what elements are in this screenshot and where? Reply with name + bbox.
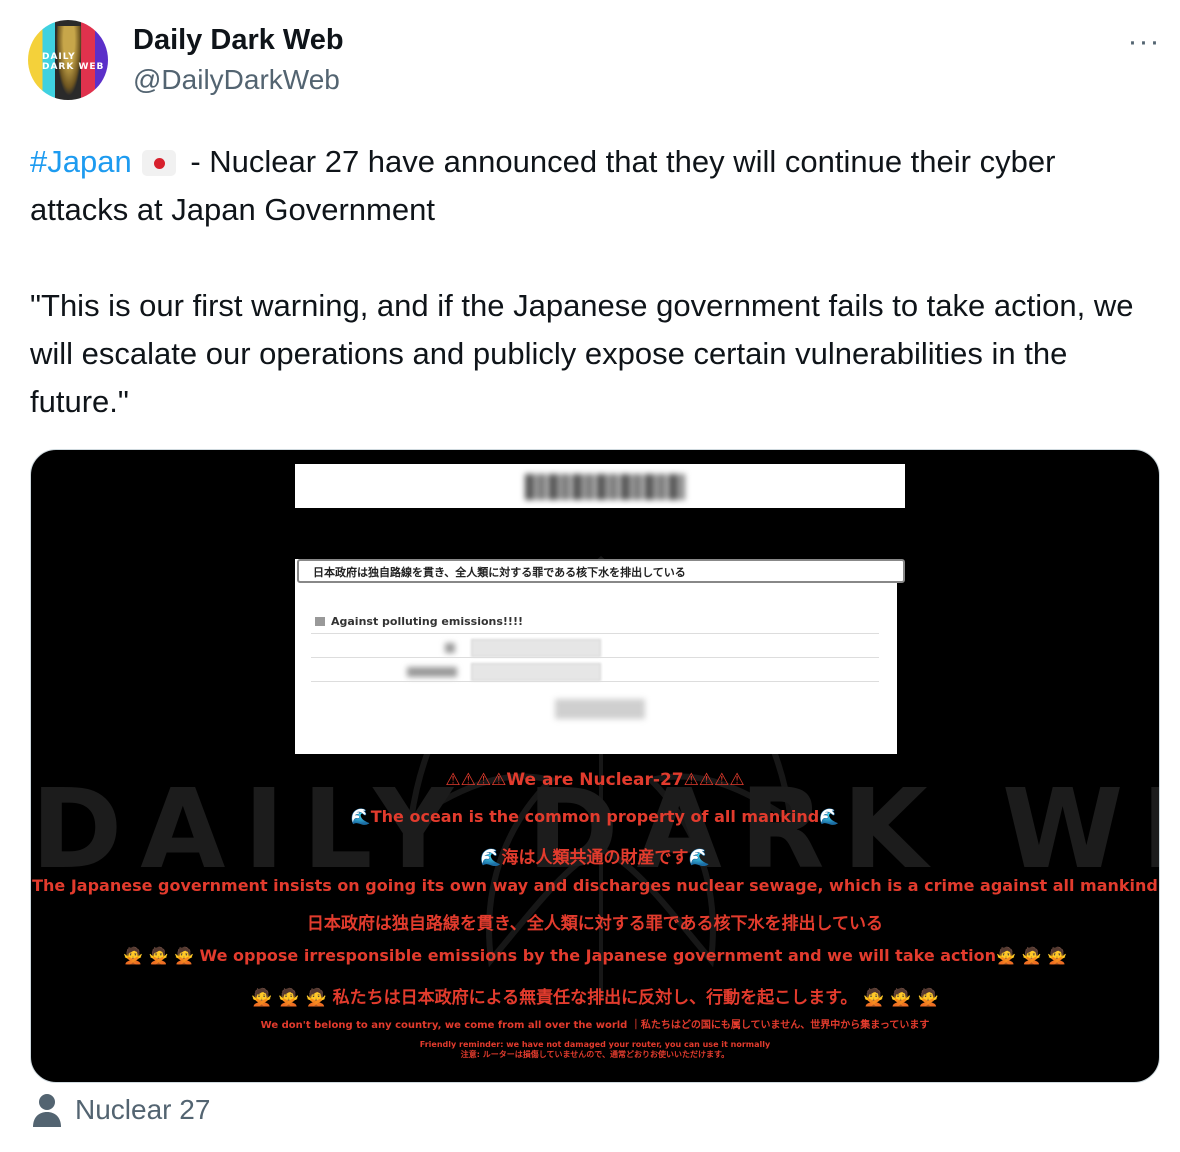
avatar-logo-text: DAILY DARK WEB — [42, 52, 105, 72]
more-options-icon[interactable]: ··· — [1122, 24, 1166, 60]
form-panel: 日本政府は独自路線を貫き、全人類に対する罪である核下水を排出している Again… — [295, 559, 905, 754]
tweet-line1-text: - Nuclear 27 have announced that they wi… — [30, 144, 1056, 227]
monitor-icon — [315, 617, 325, 626]
form-subtitle-text: Against polluting emissions!!!! — [331, 615, 523, 628]
msg-we-are-nuclear: ⚠⚠⚠⚠We are Nuclear-27⚠⚠⚠⚠ — [445, 770, 745, 790]
wave-icon: 🌊 — [480, 848, 502, 868]
msg-ocean-en: 🌊The ocean is the common property of all… — [31, 807, 1159, 826]
form-header: 日本政府は独自路線を貫き、全人類に対する罪である核下水を排出している — [297, 559, 905, 583]
blurred-label — [407, 667, 457, 677]
msg-discharge-en: The Japanese government insists on going… — [32, 876, 1158, 895]
tweet-paragraph-1: #Japan - Nuclear 27 have announced that … — [30, 138, 1150, 234]
msg-reminder: Friendly reminder: we have not damaged y… — [31, 1040, 1159, 1060]
wave-icon: 🌊 — [350, 807, 371, 826]
form-divider — [311, 681, 879, 682]
avatar[interactable]: DAILY DARK WEB — [28, 20, 108, 100]
msg-reminder-jp: 注意: ルーターは損傷していませんので、通常どおりお使いいただけます。 — [460, 1050, 730, 1059]
gesture-no-icon: 🙅 🙅 🙅 — [251, 988, 327, 1008]
hashtag-link[interactable]: #Japan — [30, 144, 132, 179]
msg-oppose-en: 🙅 🙅 🙅 We oppose irresponsible emissions … — [31, 946, 1159, 965]
tweet-quote: "This is our first warning, and if the J… — [30, 288, 1134, 419]
msg-ocean-jp-text: 海は人類共通の財産です — [501, 848, 689, 868]
wave-icon: 🌊 — [819, 807, 840, 826]
msg-oppose-jp-text: 私たちは日本政府による無責任な排出に反対し、行動を起こします。 — [332, 988, 858, 1008]
msg-reminder-en: Friendly reminder: we have not damaged y… — [419, 1040, 771, 1049]
media-image[interactable]: DAILY DARK WEB 日本政府は独自路線を貫き、全人類に対する罪である核… — [30, 449, 1160, 1083]
blurred-title-bar — [295, 464, 905, 508]
tweet-text: #Japan - Nuclear 27 have announced that … — [30, 138, 1150, 426]
form-divider — [311, 657, 879, 658]
blurred-title — [525, 474, 685, 500]
gesture-no-icon: 🙅 🙅 🙅 — [123, 946, 194, 965]
msg-discharge-jp: 日本政府は独自路線を貫き、全人類に対する罪である核下水を排出している — [306, 914, 884, 934]
form-divider — [311, 633, 879, 634]
msg-ocean-en-text: The ocean is the common property of all … — [370, 807, 820, 826]
gesture-no-icon: 🙅 🙅 🙅 — [863, 988, 939, 1008]
blurred-button — [555, 699, 645, 719]
msg-oppose-en-text: We oppose irresponsible emissions by the… — [199, 946, 997, 965]
wave-icon: 🌊 — [688, 848, 710, 868]
blurred-input — [471, 639, 601, 657]
gesture-no-icon: 🙅 🙅 🙅 — [996, 946, 1067, 965]
msg-ocean-jp: 🌊海は人類共通の財産です🌊 — [31, 843, 1159, 868]
japan-flag-icon — [141, 150, 176, 176]
person-icon — [33, 1094, 61, 1127]
msg-oppose-jp: 🙅 🙅 🙅 私たちは日本政府による無責任な排出に反対し、行動を起こします。 🙅 … — [31, 983, 1159, 1008]
author-display-name[interactable]: Daily Dark Web — [133, 24, 344, 57]
author-handle[interactable]: @DailyDarkWeb — [133, 64, 340, 96]
msg-no-country: We don't belong to any country, we come … — [260, 1020, 930, 1031]
form-subtitle: Against polluting emissions!!!! — [315, 615, 523, 628]
tagged-user-label[interactable]: Nuclear 27 — [75, 1094, 210, 1126]
blurred-input — [471, 663, 601, 681]
blurred-label — [445, 643, 455, 653]
